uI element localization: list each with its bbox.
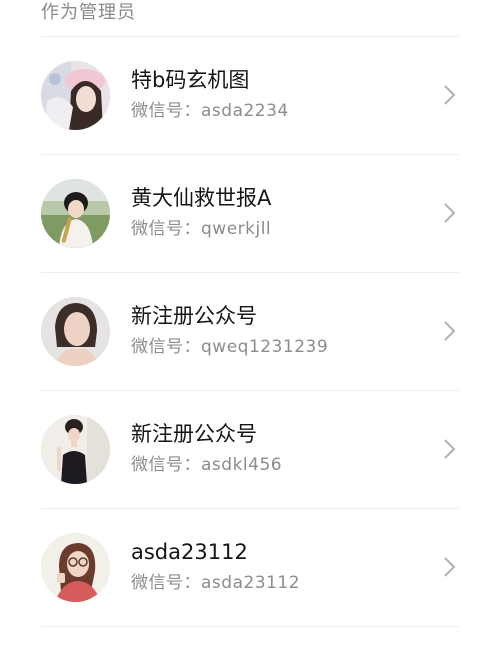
account-id: 微信号：asda23112 <box>131 572 300 594</box>
account-id-value: asdkl456 <box>201 455 283 475</box>
avatar <box>41 415 110 484</box>
account-id-label: 微信号： <box>131 101 201 121</box>
avatar <box>41 297 110 366</box>
account-name: 黄大仙救世报A <box>131 186 272 210</box>
account-name: 新注册公众号 <box>131 304 257 328</box>
admin-account-list-page: 作为管理员 特b码玄机图 微信号：asda2234 黄大仙救世报A 微信号：qw… <box>0 0 500 666</box>
account-id: 微信号：qwerkjll <box>131 218 271 240</box>
avatar-woman-portrait-icon <box>41 297 110 366</box>
account-id-label: 微信号： <box>131 219 201 239</box>
avatar-girl-pink-hat-icon <box>41 61 110 130</box>
account-id-label: 微信号： <box>131 455 201 475</box>
account-id-value: asda2234 <box>201 101 289 121</box>
chevron-right-icon <box>443 84 457 106</box>
account-name: 新注册公众号 <box>131 422 257 446</box>
account-id-value: qwerkjll <box>201 219 272 239</box>
account-row[interactable]: asda23112 微信号：asda23112 <box>41 509 459 627</box>
avatar-woman-dress-icon <box>41 415 110 484</box>
account-id-label: 微信号： <box>131 337 201 357</box>
avatar <box>41 179 110 248</box>
account-row[interactable]: 新注册公众号 微信号：qweq1231239 <box>41 273 459 391</box>
section-header: 作为管理员 <box>41 2 136 23</box>
account-id: 微信号：asdkl456 <box>131 454 282 476</box>
account-id: 微信号：asda2234 <box>131 100 289 122</box>
account-row[interactable]: 新注册公众号 微信号：asdkl456 <box>41 391 459 509</box>
avatar-girl-glasses-icon <box>41 533 110 602</box>
account-row[interactable]: 黄大仙救世报A 微信号：qwerkjll <box>41 155 459 273</box>
account-id: 微信号：qweq1231239 <box>131 336 328 358</box>
account-id-value: qweq1231239 <box>201 337 329 357</box>
account-name: 特b码玄机图 <box>131 68 250 92</box>
account-list: 特b码玄机图 微信号：asda2234 黄大仙救世报A 微信号：qwerkjll… <box>0 37 500 627</box>
account-row[interactable]: 特b码玄机图 微信号：asda2234 <box>41 37 459 155</box>
account-id-label: 微信号： <box>131 573 201 593</box>
chevron-right-icon <box>443 438 457 460</box>
chevron-right-icon <box>443 202 457 224</box>
account-id-value: asda23112 <box>201 573 301 593</box>
avatar <box>41 533 110 602</box>
avatar <box>41 61 110 130</box>
chevron-right-icon <box>443 556 457 578</box>
chevron-right-icon <box>443 320 457 342</box>
avatar-girl-flute-icon <box>41 179 110 248</box>
account-name: asda23112 <box>131 540 248 564</box>
